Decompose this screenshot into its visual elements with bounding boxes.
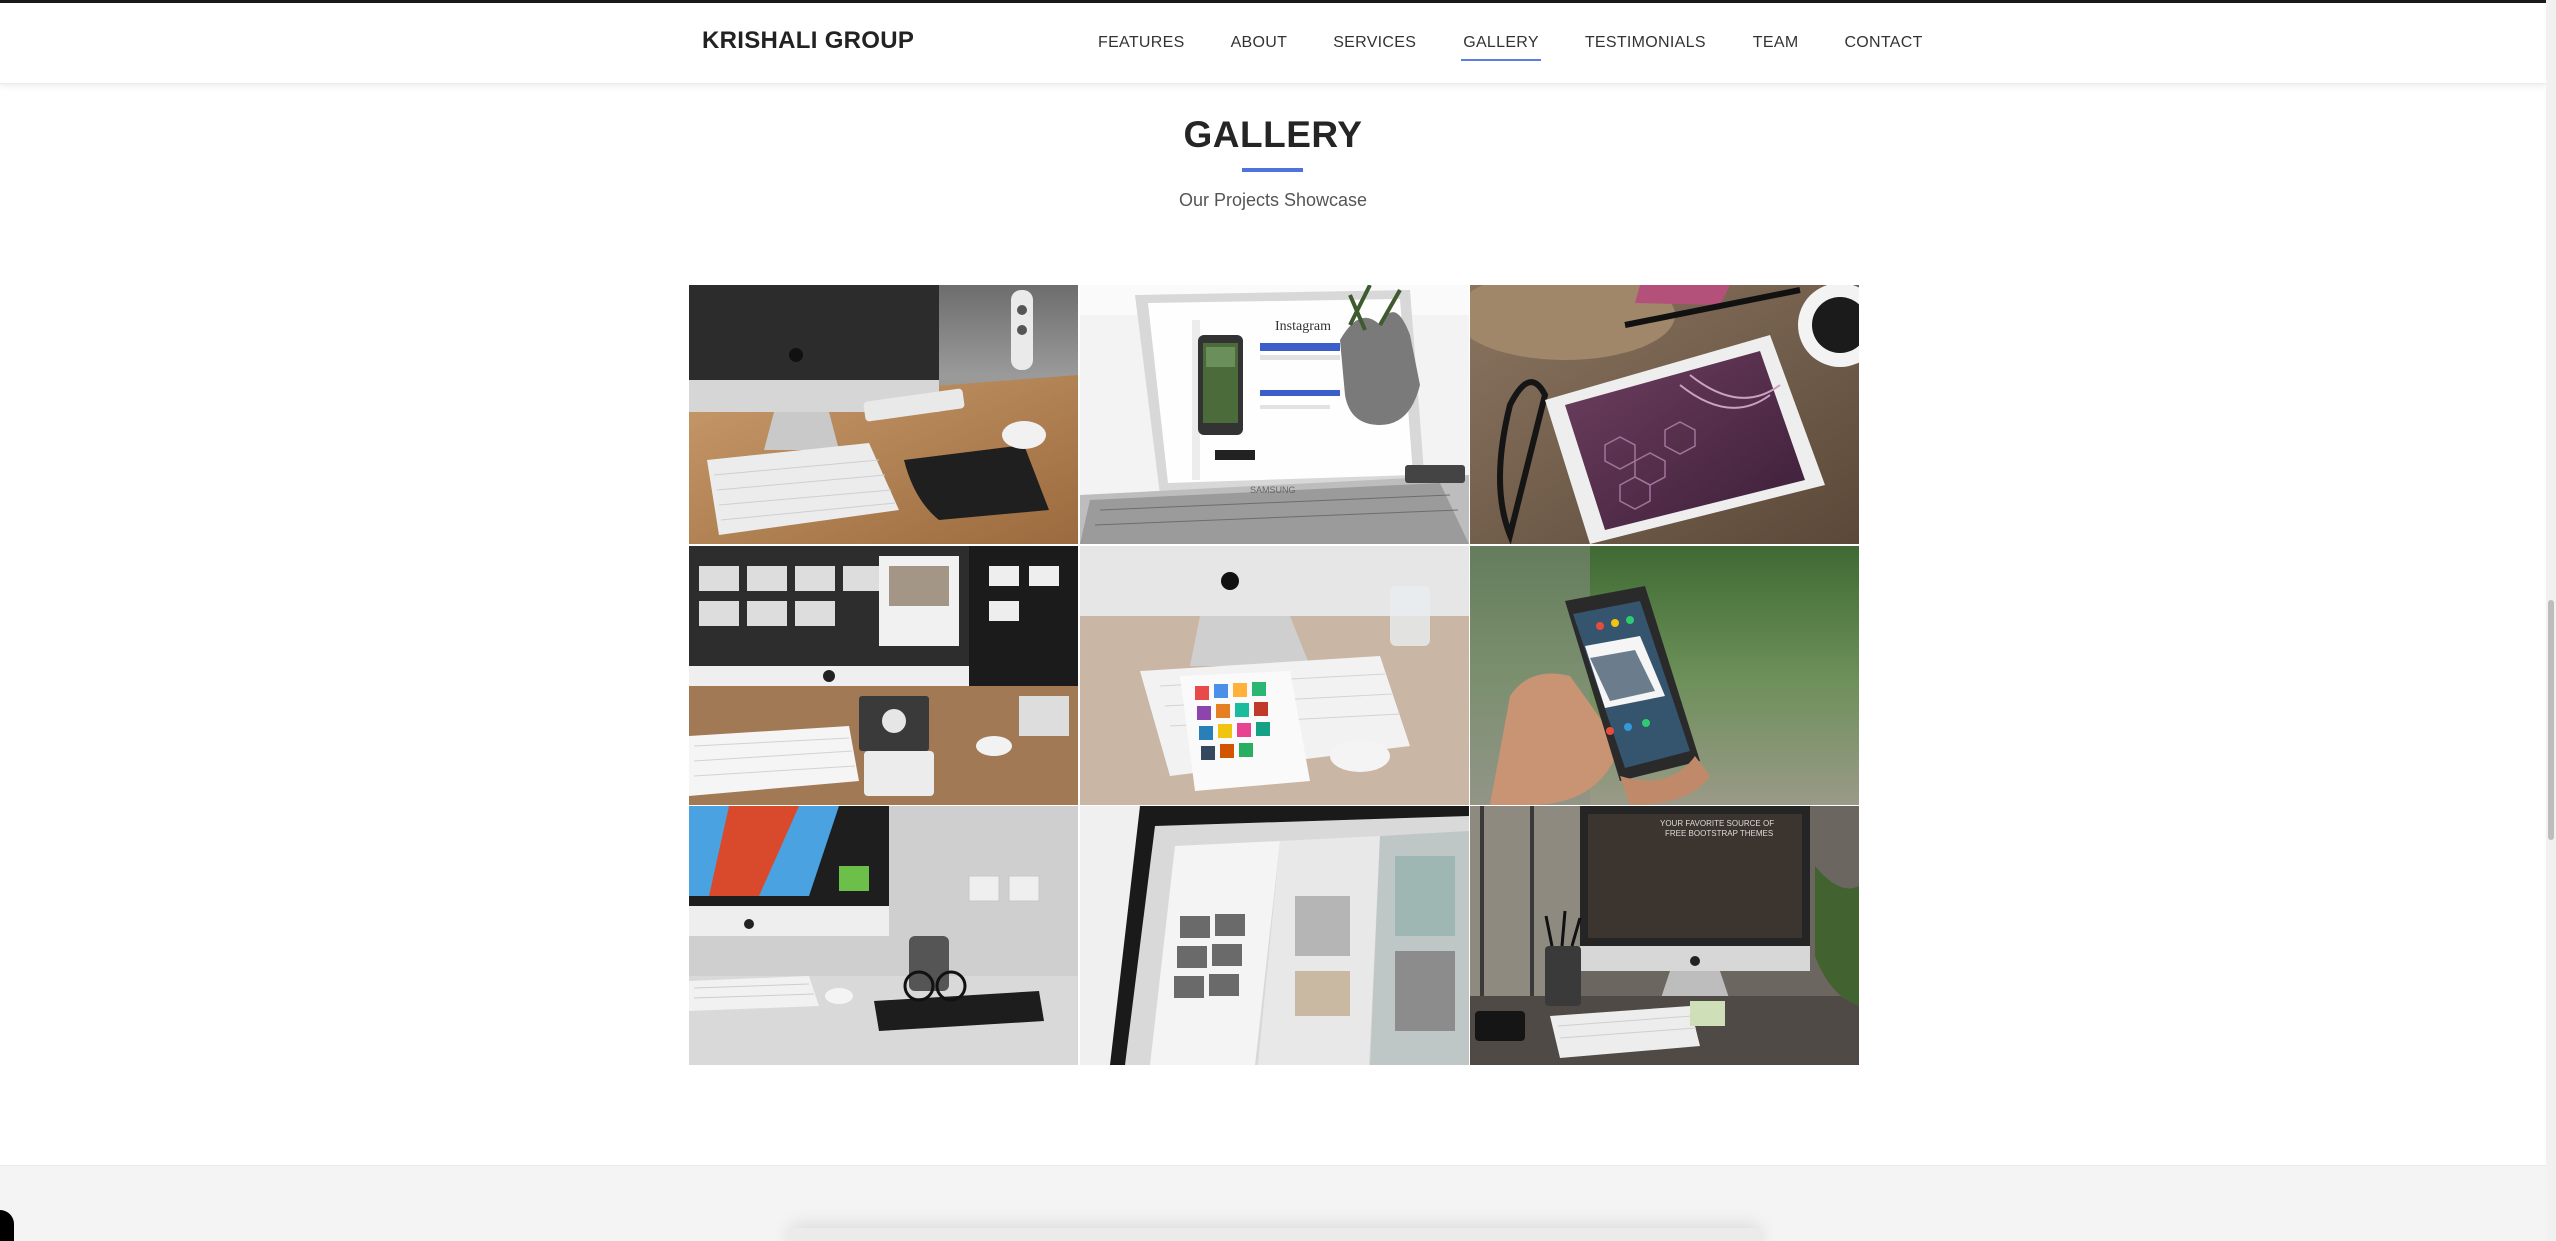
nav-link-gallery[interactable]: GALLERY <box>1461 34 1541 61</box>
gallery-title: GALLERY <box>1183 114 1363 155</box>
gallery-image-imac-window[interactable]: YOUR FAVORITE SOURCE OF FREE BOOTSTRAP T… <box>1470 806 1859 1065</box>
svg-text:SAMSUNG: SAMSUNG <box>1250 485 1296 495</box>
imac-red-photo <box>689 806 1078 1065</box>
imac-tablet-apps-photo <box>1079 545 1469 805</box>
nav-link-team[interactable]: TEAM <box>1751 34 1801 52</box>
site-header: KRISHALI GROUP FEATURES ABOUT SERVICES G… <box>0 3 2546 84</box>
imac-window-photo: YOUR FAVORITE SOURCE OF FREE BOOTSTRAP T… <box>1470 806 1859 1065</box>
nav-link-features[interactable]: FEATURES <box>1096 34 1187 52</box>
gallery-image-imac-tablet-apps[interactable] <box>1079 545 1469 805</box>
page-viewport: KRISHALI GROUP FEATURES ABOUT SERVICES G… <box>0 0 2546 1241</box>
nav-link-testimonials[interactable]: TESTIMONIALS <box>1583 34 1708 52</box>
hand-phone-photo <box>1470 545 1859 805</box>
scrollbar-thumb[interactable] <box>2548 600 2554 840</box>
gallery-image-monitor-layout[interactable] <box>1079 806 1469 1065</box>
gallery-image-tablet-coffee[interactable] <box>1470 285 1859 544</box>
main-nav: FEATURES ABOUT SERVICES GALLERY TESTIMON… <box>1096 3 1925 83</box>
gallery-grid: Instagram SAMSUNG YOUR FAVORITE SOURCE O… <box>689 285 1859 1065</box>
title-underline <box>1242 168 1303 172</box>
svg-text:FREE BOOTSTRAP THEMES: FREE BOOTSTRAP THEMES <box>1665 829 1773 838</box>
gallery-image-hand-phone[interactable] <box>1470 545 1859 805</box>
gallery-image-imac-desk[interactable] <box>689 285 1078 544</box>
nav-link-services[interactable]: SERVICES <box>1331 34 1418 52</box>
next-section-card <box>790 1228 1760 1241</box>
tablet-coffee-photo <box>1470 285 1859 544</box>
imac-desk-photo <box>689 285 1078 544</box>
brand-logo[interactable]: KRISHALI GROUP <box>702 27 914 55</box>
gallery-image-imac-red[interactable] <box>689 806 1078 1065</box>
gallery-image-laptop-instagram[interactable]: Instagram SAMSUNG <box>1079 285 1469 544</box>
nav-link-contact[interactable]: CONTACT <box>1842 34 1924 52</box>
svg-text:Instagram: Instagram <box>1275 319 1331 334</box>
monitor-layout-photo <box>1079 806 1469 1065</box>
laptop-instagram-photo: Instagram SAMSUNG <box>1079 285 1469 544</box>
gallery-image-imac-notebook[interactable] <box>689 545 1078 805</box>
svg-text:YOUR FAVORITE SOURCE OF: YOUR FAVORITE SOURCE OF <box>1660 819 1774 828</box>
gallery-subtitle: Our Projects Showcase <box>1178 190 1368 210</box>
imac-notebook-photo <box>689 545 1078 805</box>
next-section <box>0 1165 2546 1241</box>
nav-link-about[interactable]: ABOUT <box>1229 34 1290 52</box>
